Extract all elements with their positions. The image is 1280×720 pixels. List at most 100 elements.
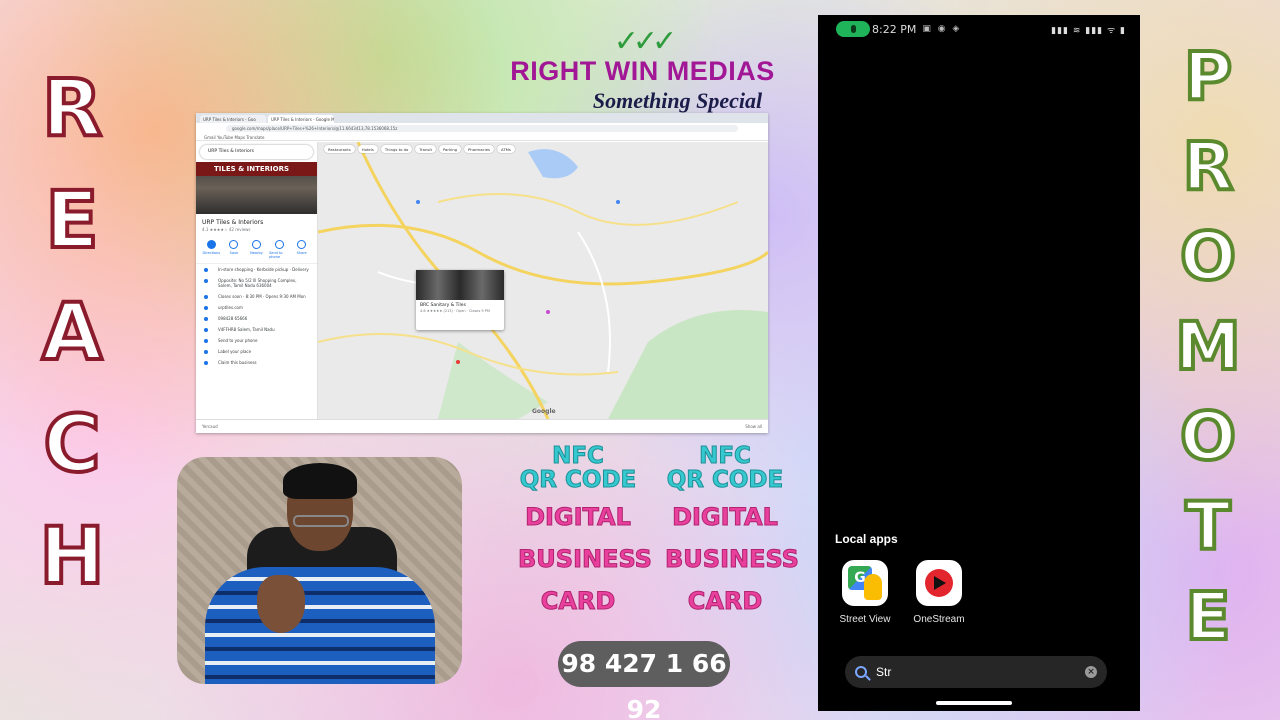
browser-download-bar: Yercaud Show all bbox=[196, 419, 768, 433]
street-view-icon: G bbox=[842, 560, 888, 606]
browser-tab-active[interactable]: URP Tiles & Interiors - Google Maps bbox=[268, 115, 334, 123]
chip-transit[interactable]: Transit bbox=[415, 145, 436, 153]
clear-icon[interactable]: × bbox=[1085, 666, 1097, 678]
phone-screen: 8:22 PM ▣ ◉ ◈ ▮▮▮ ≋ ▮▮▮ ᯤ ▮ Local apps G… bbox=[818, 15, 1140, 711]
app-street-view[interactable]: G Street View bbox=[832, 560, 898, 625]
status-time: 8:22 PM bbox=[872, 22, 917, 36]
app-label: Street View bbox=[839, 614, 891, 625]
place-info-row: In-store shopping · Kerbside pickup · De… bbox=[196, 264, 317, 275]
place-panel: URP Tiles & Interiors URP Tiles & Interi… bbox=[196, 142, 318, 419]
promo-digital: DIGITAL bbox=[525, 503, 632, 532]
promote-letter: E bbox=[1183, 578, 1232, 655]
promote-letter: T bbox=[1183, 488, 1232, 565]
promo-text-block: NFC QR CODE DIGITAL BUSINESS CARD bbox=[518, 443, 653, 622]
promo-nfc: NFC bbox=[699, 443, 752, 469]
directions-icon bbox=[206, 240, 216, 249]
place-hours[interactable]: Closes soon · 8:30 PM · Opens 9:30 AM Mo… bbox=[196, 291, 317, 302]
bookmark-icon bbox=[229, 240, 239, 249]
chip-pharmacies[interactable]: Pharmacies bbox=[464, 145, 495, 153]
label-place-link[interactable]: Label your place bbox=[196, 346, 317, 357]
bookmarks-bar[interactable]: Gmail YouTube Maps Translate bbox=[196, 133, 768, 141]
show-all-button[interactable]: Show all bbox=[745, 424, 762, 429]
home-indicator[interactable] bbox=[936, 701, 1012, 705]
promo-digital: DIGITAL bbox=[672, 503, 779, 532]
promo-qr-code: QR CODE bbox=[519, 467, 637, 493]
promo-nfc: NFC bbox=[552, 443, 605, 469]
map-place-card[interactable]: BRC Sanitary & Tiles 4.6 ★★★★★ (213) · O… bbox=[416, 270, 504, 330]
phone-icon bbox=[274, 240, 284, 249]
claim-business-link[interactable]: Claim this business bbox=[196, 357, 317, 368]
local-apps-heading: Local apps bbox=[835, 532, 898, 546]
presenter-video bbox=[177, 457, 462, 684]
presenter-hand bbox=[257, 575, 305, 633]
app-label: OneStream bbox=[913, 614, 965, 625]
chip-atms[interactable]: ATMs bbox=[497, 145, 515, 153]
place-address[interactable]: Opposite: No 5/2 Ill Shopping Complex, S… bbox=[196, 275, 317, 291]
save-button[interactable]: Save bbox=[224, 240, 244, 259]
promo-qr-code: QR CODE bbox=[666, 467, 784, 493]
presenter-glasses bbox=[293, 515, 349, 527]
presenter-shirt bbox=[205, 567, 435, 684]
check-marks-icon: ✓✓✓ bbox=[613, 24, 677, 59]
notification-icons: ▣ ◉ ◈ bbox=[922, 24, 962, 34]
chip-restaurants[interactable]: Restaurants bbox=[324, 145, 355, 153]
share-icon bbox=[297, 240, 307, 249]
promo-business: BUSINESS bbox=[518, 545, 653, 574]
browser-tab-strip: URP Tiles & Interiors - Goo URP Tiles & … bbox=[196, 113, 768, 123]
map-card-photo bbox=[416, 270, 504, 300]
promo-card: CARD bbox=[540, 587, 616, 616]
place-name: URP Tiles & Interiors bbox=[202, 219, 264, 226]
app-onestream[interactable]: OneStream bbox=[906, 560, 972, 625]
send-to-phone-link[interactable]: Send to your phone bbox=[196, 335, 317, 346]
nearby-icon bbox=[251, 240, 261, 249]
mic-indicator-icon bbox=[836, 21, 870, 37]
app-search-input[interactable] bbox=[876, 665, 1085, 679]
promote-letter: R bbox=[1181, 128, 1236, 205]
search-icon bbox=[855, 666, 867, 678]
brand-logo: ✓✓✓ RIGHT WIN MEDIAS Something Special bbox=[480, 24, 805, 114]
google-logo: Google bbox=[532, 408, 556, 415]
promote-letter: O bbox=[1178, 398, 1238, 475]
promote-letter: P bbox=[1182, 38, 1234, 115]
onestream-icon bbox=[916, 560, 962, 606]
directions-button[interactable]: Directions bbox=[201, 240, 221, 259]
app-search-bar[interactable]: × bbox=[845, 656, 1107, 688]
contact-phone-number: 98 427 1 66 92 bbox=[558, 641, 730, 720]
presenter-hair bbox=[283, 463, 357, 499]
promo-text-block: NFC QR CODE DIGITAL BUSINESS CARD bbox=[665, 443, 800, 622]
download-item[interactable]: Yercaud bbox=[202, 424, 218, 429]
promote-letter: M bbox=[1173, 308, 1243, 385]
promote-letters: P R O M O T E bbox=[1172, 38, 1244, 674]
reach-letter: H bbox=[37, 512, 106, 602]
nearby-button[interactable]: Nearby bbox=[246, 240, 266, 259]
browser-window: URP Tiles & Interiors - Goo URP Tiles & … bbox=[196, 113, 768, 433]
map-filter-chips: Restaurants Hotels Things to do Transit … bbox=[324, 145, 515, 153]
map-card-title: BRC Sanitary & Tiles bbox=[420, 303, 466, 308]
reach-letter: E bbox=[43, 176, 100, 266]
reach-letter: A bbox=[40, 288, 104, 378]
promo-business: BUSINESS bbox=[665, 545, 800, 574]
map-roads bbox=[318, 142, 768, 419]
share-button[interactable]: Share bbox=[292, 240, 312, 259]
place-website[interactable]: urptiles.com bbox=[196, 302, 317, 313]
maps-page: URP Tiles & Interiors URP Tiles & Interi… bbox=[196, 142, 768, 419]
brand-tagline: Something Special bbox=[592, 88, 763, 113]
send-to-phone-button[interactable]: Send to phone bbox=[269, 240, 289, 259]
place-phone[interactable]: 098428 65666 bbox=[196, 313, 317, 324]
status-bar: 8:22 PM ▣ ◉ ◈ ▮▮▮ ≋ ▮▮▮ ᯤ ▮ bbox=[818, 15, 1140, 43]
chip-things-to-do[interactable]: Things to do bbox=[380, 145, 413, 153]
maps-search-input[interactable]: URP Tiles & Interiors bbox=[200, 145, 313, 159]
reach-letter: R bbox=[40, 64, 104, 154]
brand-title: RIGHT WIN MEDIAS bbox=[510, 56, 775, 86]
place-photo[interactable] bbox=[196, 162, 317, 214]
reach-letters: R E A C H bbox=[36, 64, 108, 630]
place-actions: Directions Save Nearby Send to phone Sha… bbox=[196, 232, 317, 264]
address-bar[interactable]: google.com/maps/place/URP+Tiles+%26+Inte… bbox=[226, 124, 738, 132]
place-plus-code[interactable]: V4FFHR8 Salem, Tamil Nadu bbox=[196, 324, 317, 335]
map-card-subtitle: 4.6 ★★★★★ (213) · Open · Closes 9 PM bbox=[420, 309, 490, 313]
map-canvas[interactable]: Restaurants Hotels Things to do Transit … bbox=[318, 142, 768, 419]
chip-hotels[interactable]: Hotels bbox=[357, 145, 378, 153]
browser-tab[interactable]: URP Tiles & Interiors - Goo bbox=[200, 115, 266, 123]
chip-parking[interactable]: Parking bbox=[438, 145, 462, 153]
signal-battery-icons: ▮▮▮ ≋ ▮▮▮ ᯤ ▮ bbox=[1051, 25, 1126, 36]
